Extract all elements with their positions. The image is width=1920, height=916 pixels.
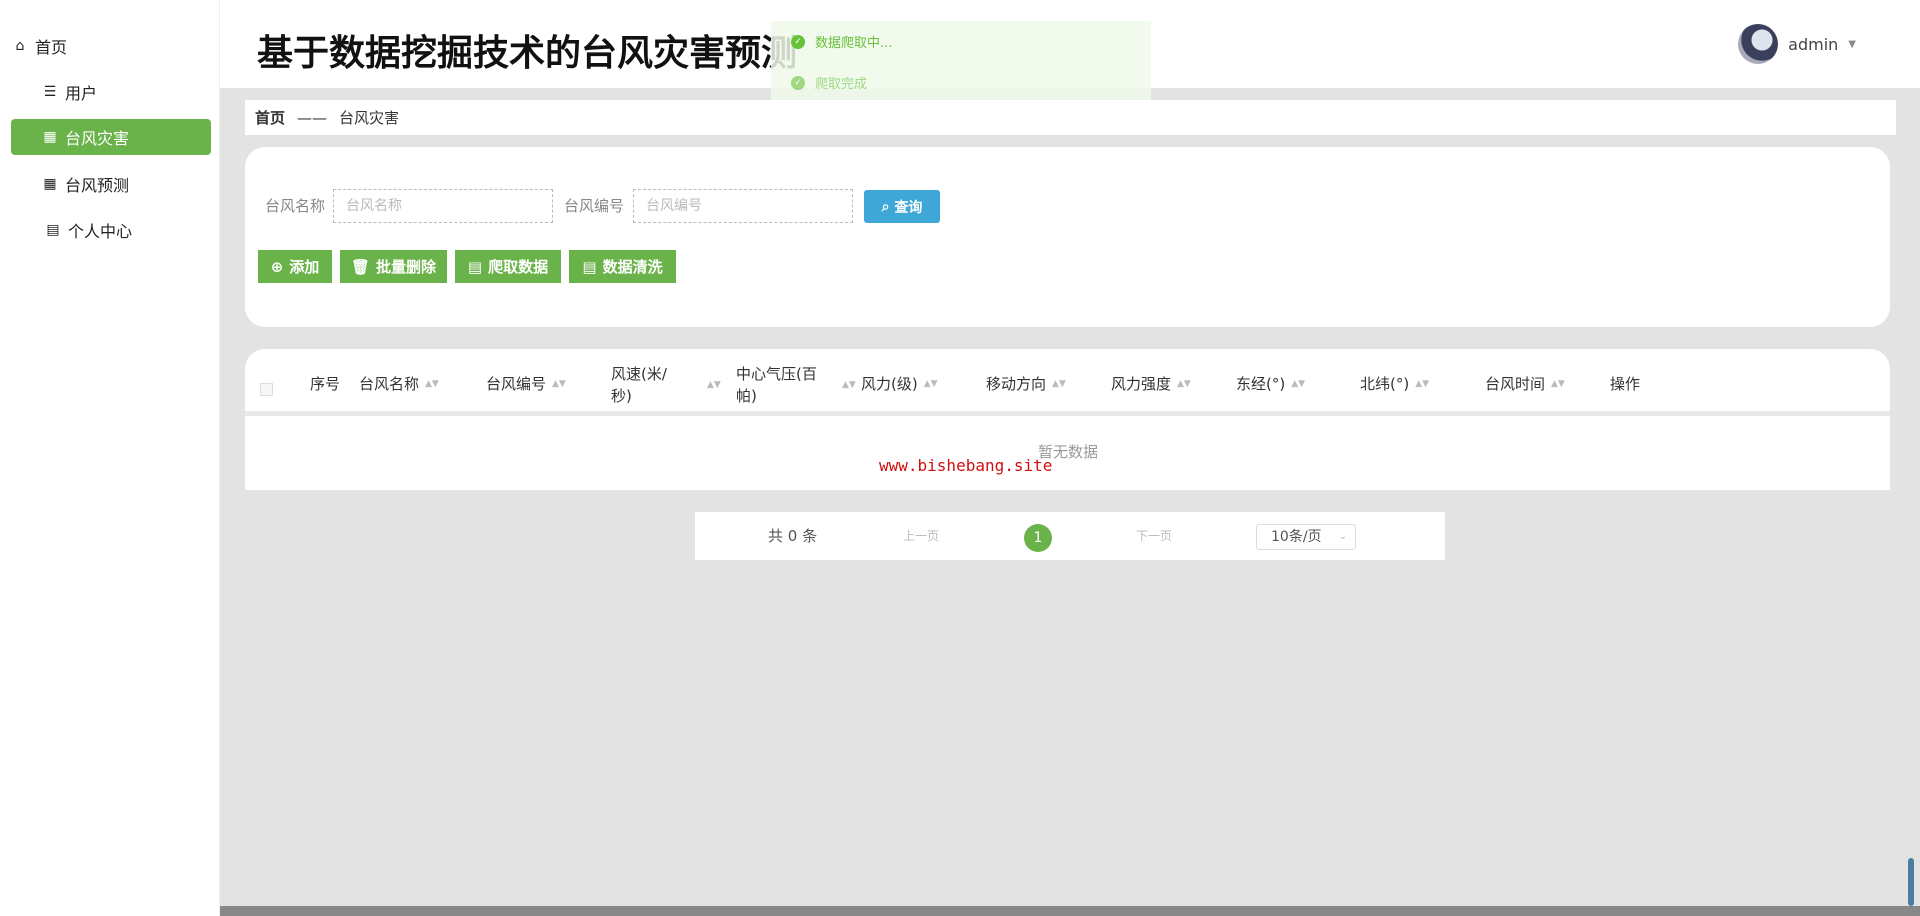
sidebar: ⌂首页 ☰用户 ▦台风灾害 ▦台风预测 ▤个人中心 bbox=[0, 0, 220, 916]
search-icon: ⌕ bbox=[882, 199, 890, 215]
prev-page-button[interactable]: 上一页 bbox=[903, 512, 939, 560]
breadcrumb-home[interactable]: 首页 bbox=[255, 107, 285, 128]
col-code[interactable]: 台风编号▲▼ bbox=[486, 373, 566, 395]
col-time[interactable]: 台风时间▲▼ bbox=[1485, 373, 1565, 395]
caret-down-icon: ▼ bbox=[1848, 39, 1856, 50]
toast-crawling: ✓数据爬取中... bbox=[771, 21, 1151, 62]
plus-circle-icon: ⊕ bbox=[271, 258, 284, 276]
col-intensity[interactable]: 风力强度▲▼ bbox=[1111, 373, 1191, 395]
watermark: www.bishebang.site bbox=[879, 456, 1052, 475]
col-name[interactable]: 台风名称▲▼ bbox=[359, 373, 439, 395]
grid-icon: ▦ bbox=[41, 176, 59, 192]
trash-icon: 🗑︎ bbox=[351, 258, 370, 276]
toast-done: ✓爬取完成 bbox=[771, 62, 1151, 103]
sort-icon: ▲▼ bbox=[425, 381, 439, 387]
col-pressure[interactable]: 中心气压(百帕)▲▼ bbox=[736, 363, 856, 407]
page-1-button[interactable]: 1 bbox=[1024, 524, 1052, 552]
sort-icon: ▲▼ bbox=[1415, 381, 1429, 387]
col-latitude[interactable]: 北纬(°)▲▼ bbox=[1360, 373, 1429, 395]
sort-icon: ▲▼ bbox=[842, 382, 856, 388]
sliders-icon: ☰ bbox=[41, 84, 59, 100]
vertical-scrollbar[interactable] bbox=[1908, 858, 1914, 906]
sort-icon: ▲▼ bbox=[1291, 381, 1305, 387]
page-size-select[interactable]: 10条/页⌄ bbox=[1256, 524, 1356, 550]
select-all-checkbox[interactable] bbox=[260, 383, 273, 396]
table-header: 序号 台风名称▲▼ 台风编号▲▼ 风速(米/秒)▲▼ 中心气压(百帕)▲▼ 风力… bbox=[245, 349, 1890, 416]
avatar bbox=[1738, 24, 1778, 64]
batch-delete-button[interactable]: 🗑︎批量删除 bbox=[340, 250, 447, 283]
col-direction[interactable]: 移动方向▲▼ bbox=[986, 373, 1066, 395]
typhoon-name-input[interactable]: 台风名称 bbox=[333, 189, 553, 223]
col-wind-level[interactable]: 风力(级)▲▼ bbox=[861, 373, 938, 395]
box-icon: ▤ bbox=[468, 258, 482, 276]
sidebar-item-typhoon-forecast[interactable]: ▦台风预测 bbox=[11, 166, 211, 202]
sidebar-item-home[interactable]: ⌂首页 bbox=[11, 28, 211, 64]
total-count: 共 0 条 bbox=[768, 512, 817, 560]
check-circle-icon: ✓ bbox=[791, 35, 805, 49]
sidebar-item-typhoon-disaster[interactable]: ▦台风灾害 bbox=[11, 119, 211, 155]
clean-data-button[interactable]: ▤数据清洗 bbox=[569, 250, 676, 283]
pagination: 共 0 条 上一页 1 下一页 10条/页⌄ bbox=[695, 512, 1445, 560]
sort-icon: ▲▼ bbox=[1052, 381, 1066, 387]
sort-icon: ▲▼ bbox=[924, 381, 938, 387]
crawl-data-button[interactable]: ▤爬取数据 bbox=[455, 250, 561, 283]
home-icon: ⌂ bbox=[11, 38, 29, 54]
sort-icon: ▲▼ bbox=[1551, 381, 1565, 387]
chevron-down-icon: ⌄ bbox=[1339, 525, 1347, 549]
breadcrumb: 首页 —— 台风灾害 bbox=[245, 100, 1896, 135]
col-actions: 操作 bbox=[1610, 373, 1640, 395]
add-button[interactable]: ⊕添加 bbox=[258, 250, 332, 283]
card-icon: ▤ bbox=[44, 222, 62, 238]
check-circle-icon: ✓ bbox=[791, 76, 805, 90]
page-title: 基于数据挖掘技术的台风灾害预测 bbox=[257, 24, 797, 76]
sidebar-item-users[interactable]: ☰用户 bbox=[11, 74, 211, 110]
user-menu[interactable]: admin ▼ bbox=[1738, 24, 1856, 64]
sort-icon: ▲▼ bbox=[707, 382, 721, 388]
toast-messages: ✓数据爬取中... ✓爬取完成 bbox=[771, 21, 1151, 104]
grid-icon: ▦ bbox=[41, 129, 59, 145]
col-wind-speed[interactable]: 风速(米/秒)▲▼ bbox=[611, 363, 721, 407]
horizontal-scrollbar[interactable] bbox=[220, 906, 1920, 916]
sort-icon: ▲▼ bbox=[1177, 381, 1191, 387]
box-icon: ▤ bbox=[582, 258, 596, 276]
col-longitude[interactable]: 东经(°)▲▼ bbox=[1236, 373, 1305, 395]
col-index: 序号 bbox=[310, 373, 340, 395]
username: admin bbox=[1788, 35, 1838, 54]
sidebar-item-profile[interactable]: ▤个人中心 bbox=[11, 212, 211, 248]
search-panel: 台风名称 台风名称 台风编号 台风编号 ⌕查询 ⊕添加 🗑︎批量删除 ▤爬取数据… bbox=[245, 147, 1890, 327]
sort-icon: ▲▼ bbox=[552, 381, 566, 387]
breadcrumb-current: 台风灾害 bbox=[339, 107, 399, 128]
next-page-button[interactable]: 下一页 bbox=[1136, 512, 1172, 560]
data-table: 序号 台风名称▲▼ 台风编号▲▼ 风速(米/秒)▲▼ 中心气压(百帕)▲▼ 风力… bbox=[245, 349, 1890, 490]
typhoon-code-input[interactable]: 台风编号 bbox=[633, 189, 853, 223]
query-button[interactable]: ⌕查询 bbox=[864, 190, 940, 223]
